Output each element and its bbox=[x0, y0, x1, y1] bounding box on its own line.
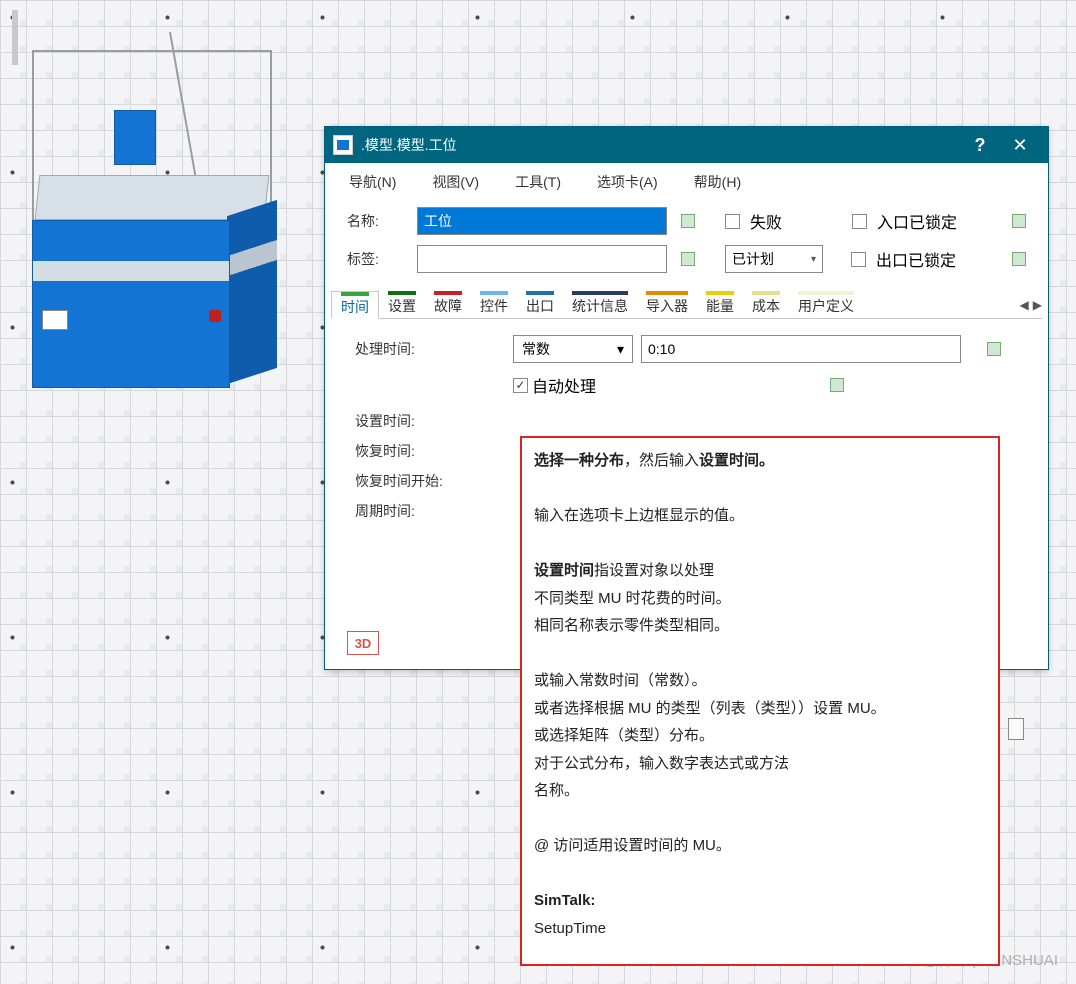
row2-inherit-indicator[interactable] bbox=[1012, 252, 1026, 266]
chevron-down-icon: ▾ bbox=[617, 341, 624, 358]
tab-6[interactable]: 导入器 bbox=[637, 291, 697, 319]
tab-7[interactable]: 能量 bbox=[697, 291, 743, 319]
name-input[interactable] bbox=[417, 207, 667, 235]
label-input[interactable] bbox=[417, 245, 667, 273]
tab-scroll-right[interactable]: ▶ bbox=[1033, 298, 1042, 312]
menu-tools[interactable]: 工具(T) bbox=[515, 172, 561, 192]
tab-label: 时间 bbox=[341, 296, 369, 318]
recover-start-label: 恢复时间开始: bbox=[355, 471, 535, 491]
name-label: 名称: bbox=[347, 211, 417, 231]
tab-label: 导入器 bbox=[646, 295, 688, 317]
tab-4[interactable]: 出口 bbox=[517, 291, 563, 319]
menu-view[interactable]: 视图(V) bbox=[432, 172, 479, 192]
3d-button[interactable]: 3D bbox=[347, 631, 379, 655]
fail-label: 失败 bbox=[750, 209, 782, 233]
tab-label: 能量 bbox=[706, 295, 734, 317]
auto-process-label: 自动处理 bbox=[532, 373, 596, 397]
recover-time-label: 恢复时间: bbox=[355, 441, 513, 461]
tab-5[interactable]: 统计信息 bbox=[563, 291, 637, 319]
auto-inherit-indicator[interactable] bbox=[830, 378, 844, 392]
titlebar[interactable]: .模型.模型.工位 ? ✕ bbox=[325, 127, 1048, 163]
proc-time-inherit-indicator[interactable] bbox=[987, 342, 1001, 356]
tab-strip: 时间设置故障控件出口统计信息导入器能量成本用户定义 ◀ ▶ bbox=[331, 291, 1042, 319]
menu-tabs[interactable]: 选项卡(A) bbox=[597, 172, 658, 192]
in-locked-label: 入口已锁定 bbox=[877, 209, 957, 233]
machine-3d-model bbox=[2, 10, 302, 380]
name-inherit-indicator[interactable] bbox=[681, 214, 695, 228]
tab-2[interactable]: 故障 bbox=[425, 291, 471, 319]
menu-nav[interactable]: 导航(N) bbox=[349, 172, 396, 192]
close-button[interactable]: ✕ bbox=[1000, 135, 1040, 156]
out-locked-label: 出口已锁定 bbox=[876, 247, 956, 271]
tab-label: 成本 bbox=[752, 295, 780, 317]
tab-0[interactable]: 时间 bbox=[331, 291, 379, 319]
form-area: 名称: 失败 入口已锁定 标签: 已计划 ▾ bbox=[325, 203, 1048, 291]
window-title: .模型.模型.工位 bbox=[361, 135, 960, 155]
in-locked-checkbox[interactable] bbox=[852, 214, 867, 229]
window-icon bbox=[333, 135, 353, 155]
planned-combo-text: 已计划 bbox=[732, 249, 774, 269]
tab-9[interactable]: 用户定义 bbox=[789, 291, 863, 319]
partially-hidden-button[interactable] bbox=[1008, 718, 1024, 740]
tab-label: 故障 bbox=[434, 295, 462, 317]
tab-label: 设置 bbox=[388, 295, 416, 317]
tab-8[interactable]: 成本 bbox=[743, 291, 789, 319]
label-inherit-indicator[interactable] bbox=[681, 252, 695, 266]
proc-time-value[interactable] bbox=[641, 335, 961, 363]
menu-help[interactable]: 帮助(H) bbox=[694, 172, 741, 192]
tab-1[interactable]: 设置 bbox=[379, 291, 425, 319]
tab-label: 用户定义 bbox=[798, 295, 854, 317]
tab-scroll-left[interactable]: ◀ bbox=[1020, 298, 1029, 312]
proc-time-label: 处理时间: bbox=[355, 339, 513, 359]
tab-scroll: ◀ ▶ bbox=[1020, 291, 1042, 319]
out-locked-checkbox[interactable] bbox=[851, 252, 866, 267]
help-button[interactable]: ? bbox=[960, 135, 1000, 156]
cycle-time-label: 周期时间: bbox=[355, 501, 513, 521]
tab-3[interactable]: 控件 bbox=[471, 291, 517, 319]
setup-time-tooltip: 选择一种分布，然后输入设置时间。 输入在选项卡上边框显示的值。 设置时间指设置对… bbox=[520, 436, 1000, 966]
tab-label: 出口 bbox=[526, 295, 554, 317]
setup-time-label: 设置时间: bbox=[355, 411, 513, 431]
menubar: 导航(N) 视图(V) 工具(T) 选项卡(A) 帮助(H) bbox=[325, 163, 1048, 203]
fail-checkbox[interactable] bbox=[725, 214, 740, 229]
auto-process-checkbox[interactable] bbox=[513, 378, 528, 393]
proc-time-combo[interactable]: 常数 ▾ bbox=[513, 335, 633, 363]
tab-label: 统计信息 bbox=[572, 295, 628, 317]
chevron-down-icon: ▾ bbox=[811, 254, 816, 265]
row1-inherit-indicator[interactable] bbox=[1012, 214, 1026, 228]
label-label: 标签: bbox=[347, 249, 417, 269]
tab-label: 控件 bbox=[480, 295, 508, 317]
planned-combo[interactable]: 已计划 ▾ bbox=[725, 245, 823, 273]
proc-time-combo-text: 常数 bbox=[522, 339, 550, 359]
